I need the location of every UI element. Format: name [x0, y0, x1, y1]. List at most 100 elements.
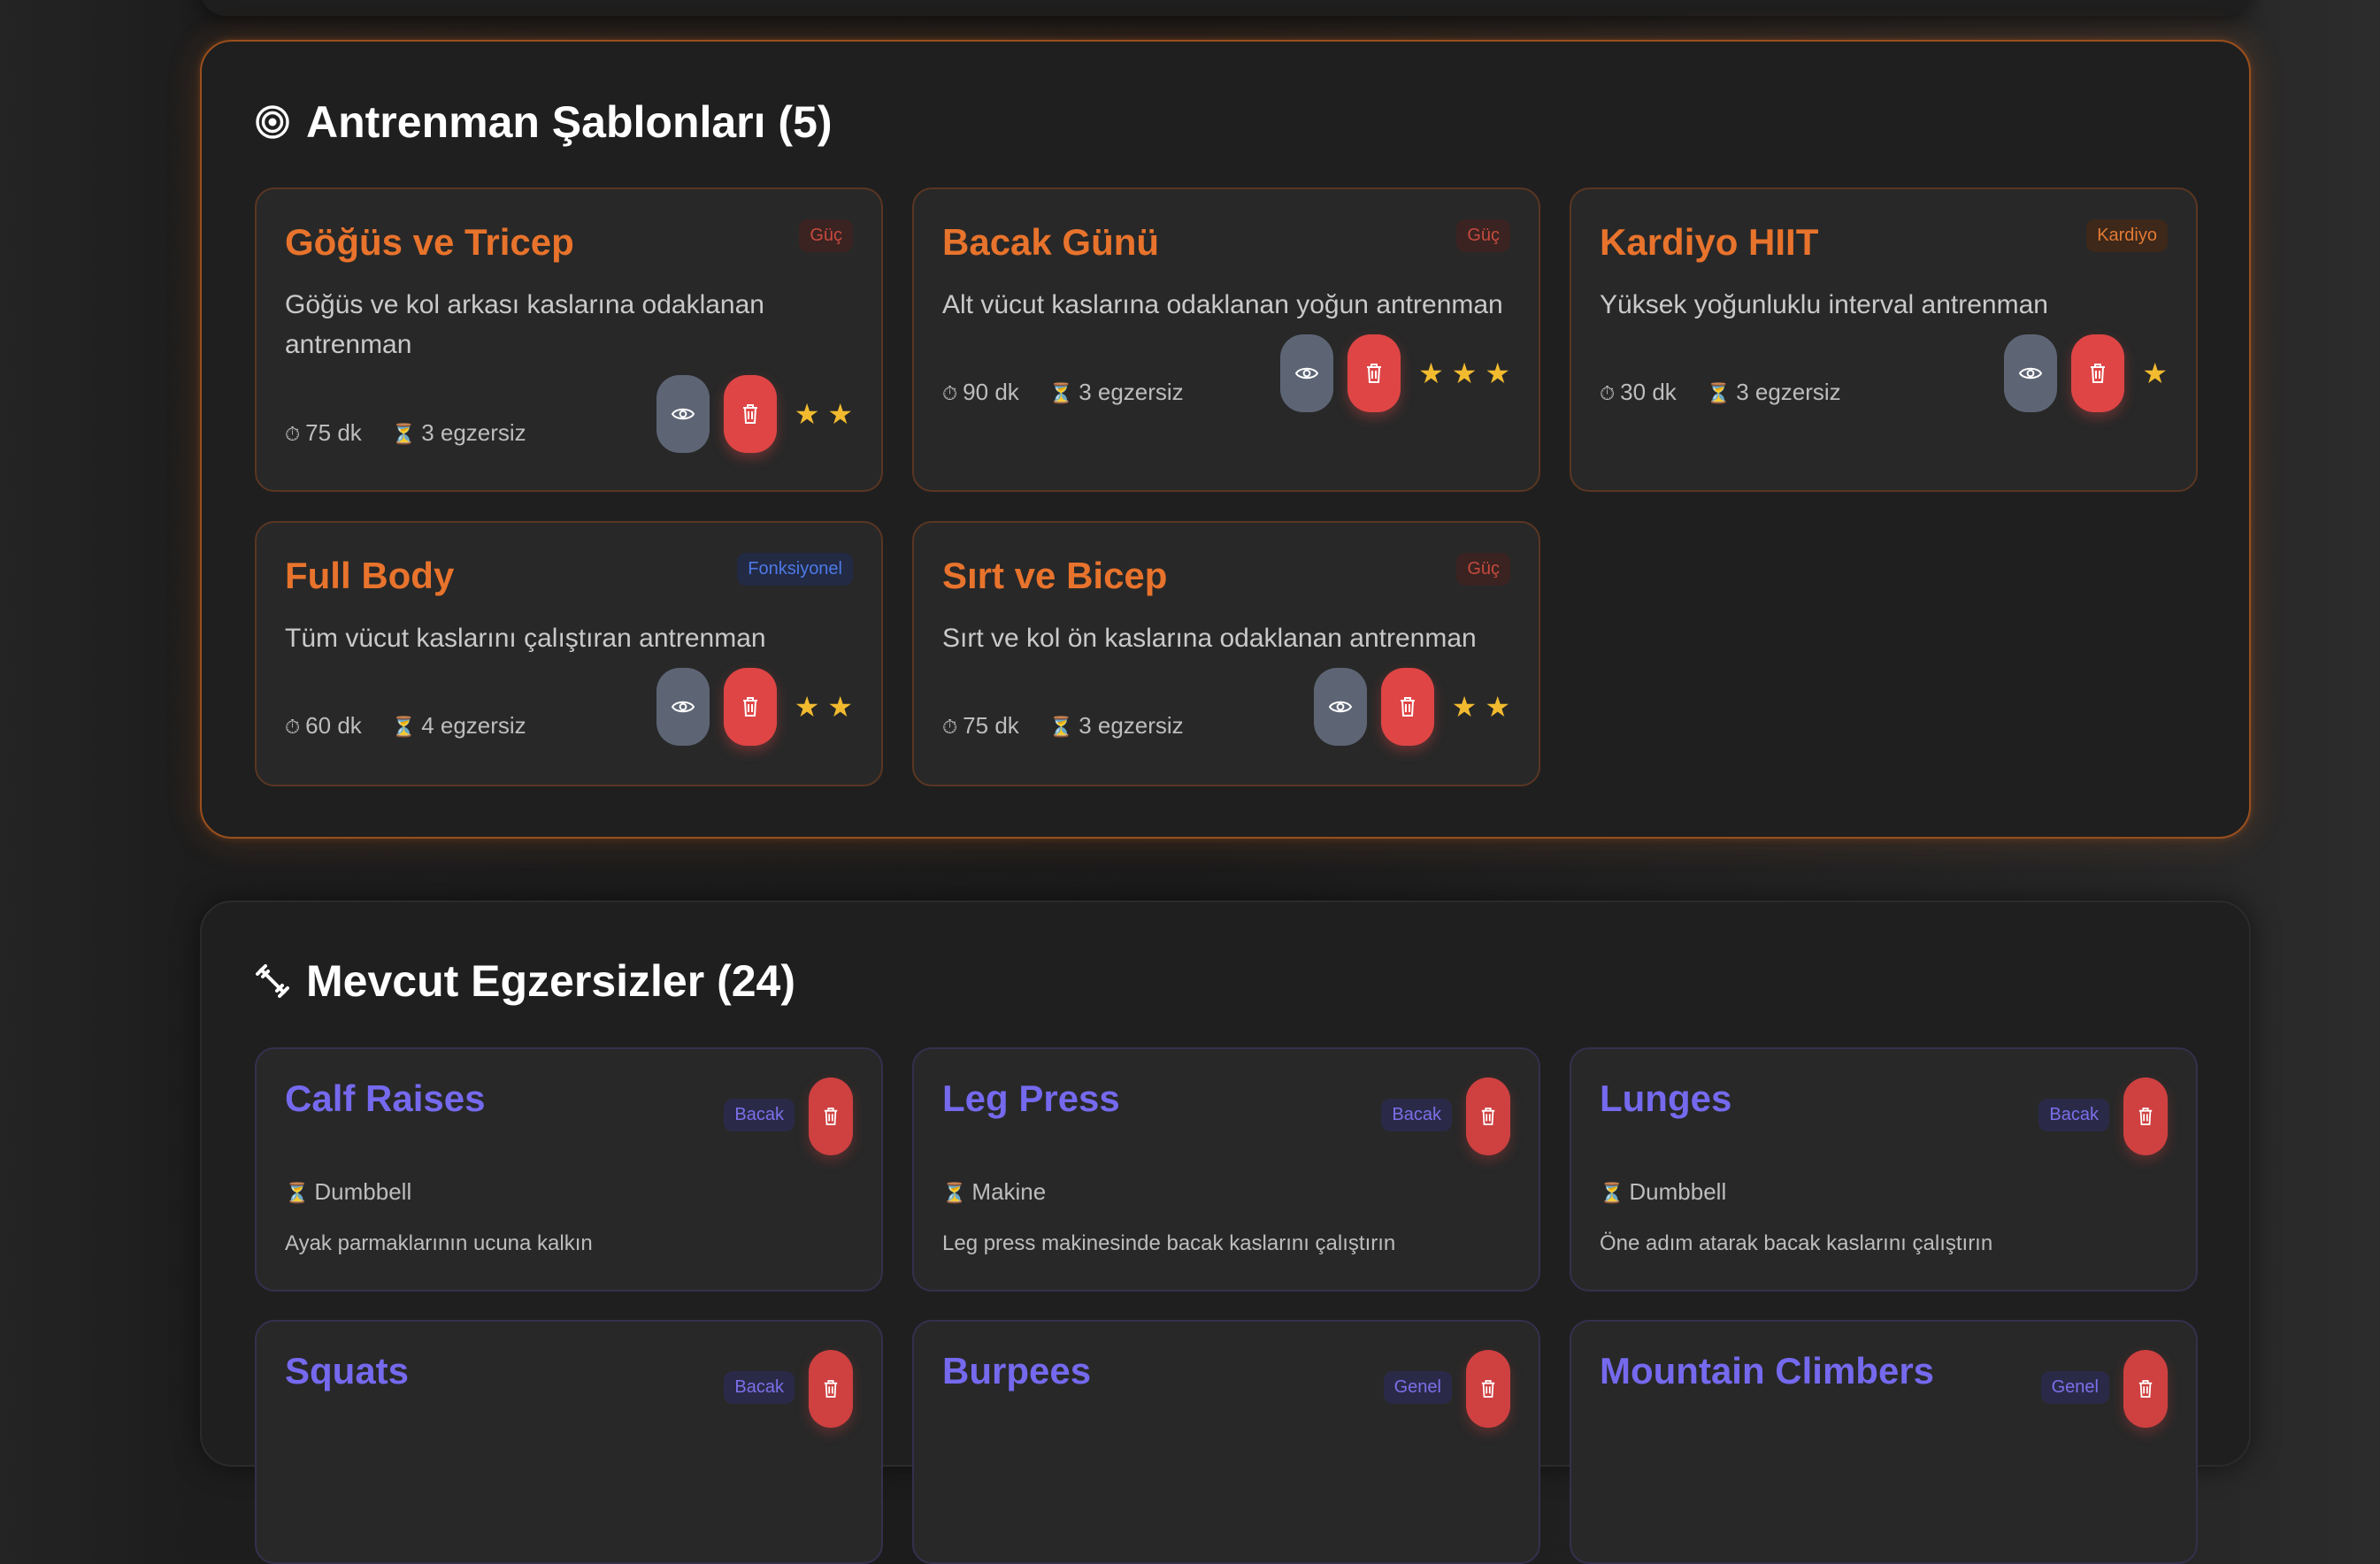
duration-label: 60 dk	[305, 712, 362, 739]
trash-icon	[824, 1380, 838, 1398]
workout-templates-panel: Antrenman Şablonları (5) Göğüs ve Tricep…	[200, 40, 2251, 839]
category-badge: Genel	[1383, 1371, 1452, 1404]
category-badge: Güç	[799, 219, 853, 252]
equipment-label: ⏳ Dumbbell	[285, 1178, 411, 1206]
stopwatch-icon: ⏱	[942, 716, 958, 738]
eye-icon	[671, 701, 695, 713]
exercise-name: Mountain Climbers	[1600, 1350, 1935, 1392]
dumbbell-small-icon: ⏳	[1048, 716, 1074, 738]
rating-stars: ★ ★	[794, 691, 853, 723]
template-description: Alt vücut kaslarına odaklanan yoğun antr…	[942, 290, 1503, 319]
stopwatch-icon: ⏱	[285, 423, 301, 445]
rating-stars: ★	[2142, 357, 2168, 389]
delete-button[interactable]	[723, 375, 777, 453]
duration-label: 30 dk	[1620, 379, 1677, 405]
equipment-text: Dumbbell	[314, 1178, 412, 1205]
exercise-name: Leg Press	[942, 1077, 1120, 1119]
template-actions: ★	[2004, 334, 2168, 412]
dumbbell-small-icon: ⏳	[391, 423, 417, 445]
template-meta: ⏱ 75 dk ⏳ 3 egzersiz	[285, 419, 526, 447]
eye-icon	[1328, 701, 1352, 713]
delete-button[interactable]	[2123, 1077, 2168, 1155]
exercise-name: Lunges	[1600, 1077, 1732, 1119]
exercise-name: Squats	[285, 1350, 410, 1392]
template-meta: ⏱ 90 dk ⏳ 3 egzersiz	[942, 379, 1184, 406]
delete-button[interactable]	[1466, 1350, 1510, 1428]
trash-icon	[1481, 1380, 1495, 1398]
exercise-description: Ayak parmaklarının ucuna kalkın	[285, 1231, 593, 1255]
exercises-title-text: Mevcut Egzersizler (24)	[306, 956, 795, 1006]
exercise-card[interactable]: Lunges Bacak ⏳ Dumbbell Öne adım atarak b…	[1570, 1047, 2198, 1292]
previous-panel-edge	[200, 0, 2251, 16]
template-actions: ★ ★	[656, 668, 853, 746]
equipment-label: ⏳ Makine	[942, 1178, 1046, 1206]
template-actions: ★ ★	[1313, 668, 1510, 746]
view-button[interactable]	[2004, 334, 2058, 412]
trash-icon	[2091, 364, 2106, 383]
delete-button[interactable]	[2123, 1350, 2168, 1428]
exercise-count-label: 4 egzersiz	[421, 712, 526, 739]
template-card[interactable]: Bacak Günü Güç Alt vücut kaslarına odakl…	[912, 188, 1540, 492]
exercise-card[interactable]: Leg Press Bacak ⏳ Makine Leg press makine…	[912, 1047, 1540, 1292]
template-description: Sırt ve kol ön kaslarına odaklanan antre…	[942, 624, 1477, 653]
exercise-card[interactable]: Burpees Genel	[912, 1320, 1540, 1564]
exercise-count-label: 3 egzersiz	[421, 419, 526, 446]
exercise-count-label: 3 egzersiz	[1736, 379, 1841, 405]
delete-button[interactable]	[809, 1350, 853, 1428]
delete-button[interactable]	[2071, 334, 2125, 412]
templates-title: Antrenman Şablonları (5)	[255, 96, 833, 148]
template-name: Göğüs ve Tricep	[285, 221, 574, 263]
view-button[interactable]	[656, 375, 710, 453]
template-card[interactable]: Kardiyo HIIT Kardiyo Yüksek yoğunluklu i…	[1570, 188, 2198, 492]
template-card[interactable]: Sırt ve Bicep Güç Sırt ve kol ön kasları…	[912, 521, 1540, 786]
trash-icon	[824, 1108, 838, 1125]
eye-icon	[2019, 367, 2043, 380]
rating-stars: ★ ★	[794, 398, 853, 430]
template-card[interactable]: Full Body Fonksiyonel Tüm vücut kasların…	[255, 521, 883, 786]
trash-icon	[1481, 1108, 1495, 1125]
delete-button[interactable]	[1347, 334, 1401, 412]
template-description: Göğüs ve kol arkası kaslarına odaklanan …	[285, 290, 764, 359]
dumbbell-small-icon: ⏳	[1706, 382, 1731, 404]
trash-icon	[2138, 1380, 2153, 1398]
view-button[interactable]	[1313, 668, 1367, 746]
delete-button[interactable]	[723, 668, 777, 746]
eye-icon	[1295, 367, 1319, 380]
trash-icon	[1400, 697, 1415, 717]
exercises-panel: Mevcut Egzersizler (24) Calf Raises Baca…	[200, 901, 2251, 1564]
dumbbell-small-icon: ⏳	[942, 1182, 967, 1204]
eye-icon	[671, 408, 695, 420]
equipment-text: Dumbbell	[1629, 1178, 1727, 1205]
dumbbell-small-icon: ⏳	[1048, 382, 1074, 404]
category-badge: Bacak	[724, 1371, 795, 1404]
exercise-card[interactable]: Mountain Climbers Genel	[1570, 1320, 2198, 1564]
exercise-card[interactable]: Squats Bacak	[255, 1320, 883, 1564]
view-button[interactable]	[1280, 334, 1334, 412]
equipment-label: ⏳ Dumbbell	[1600, 1178, 1726, 1206]
category-badge: Bacak	[2038, 1099, 2109, 1131]
category-badge: Genel	[2040, 1371, 2109, 1404]
exercise-count-label: 3 egzersiz	[1079, 379, 1184, 405]
dumbbell-icon	[255, 963, 290, 999]
template-meta: ⏱ 30 dk ⏳ 3 egzersiz	[1600, 379, 1841, 406]
equipment-text: Makine	[971, 1178, 1047, 1205]
template-actions: ★ ★ ★	[1280, 334, 1510, 412]
trash-icon	[1367, 364, 1382, 383]
category-badge: Kardiyo	[2086, 219, 2168, 252]
delete-button[interactable]	[1380, 668, 1434, 746]
delete-button[interactable]	[809, 1077, 853, 1155]
view-button[interactable]	[656, 668, 710, 746]
template-meta: ⏱ 60 dk ⏳ 4 egzersiz	[285, 712, 526, 740]
template-meta: ⏱ 75 dk ⏳ 3 egzersiz	[942, 712, 1184, 740]
exercise-name: Calf Raises	[285, 1077, 486, 1119]
template-card[interactable]: Göğüs ve Tricep Güç Göğüs ve kol arkası …	[255, 188, 883, 492]
exercise-card[interactable]: Calf Raises Bacak ⏳ Dumbbell Ayak parmakl…	[255, 1047, 883, 1292]
template-actions: ★ ★	[656, 375, 853, 453]
exercise-description: Leg press makinesinde bacak kaslarını ça…	[942, 1231, 1396, 1255]
stopwatch-icon: ⏱	[285, 716, 301, 738]
category-badge: Bacak	[1381, 1099, 1452, 1131]
trash-icon	[742, 404, 757, 424]
duration-label: 75 dk	[963, 712, 1019, 739]
delete-button[interactable]	[1466, 1077, 1510, 1155]
duration-label: 90 dk	[963, 379, 1019, 405]
